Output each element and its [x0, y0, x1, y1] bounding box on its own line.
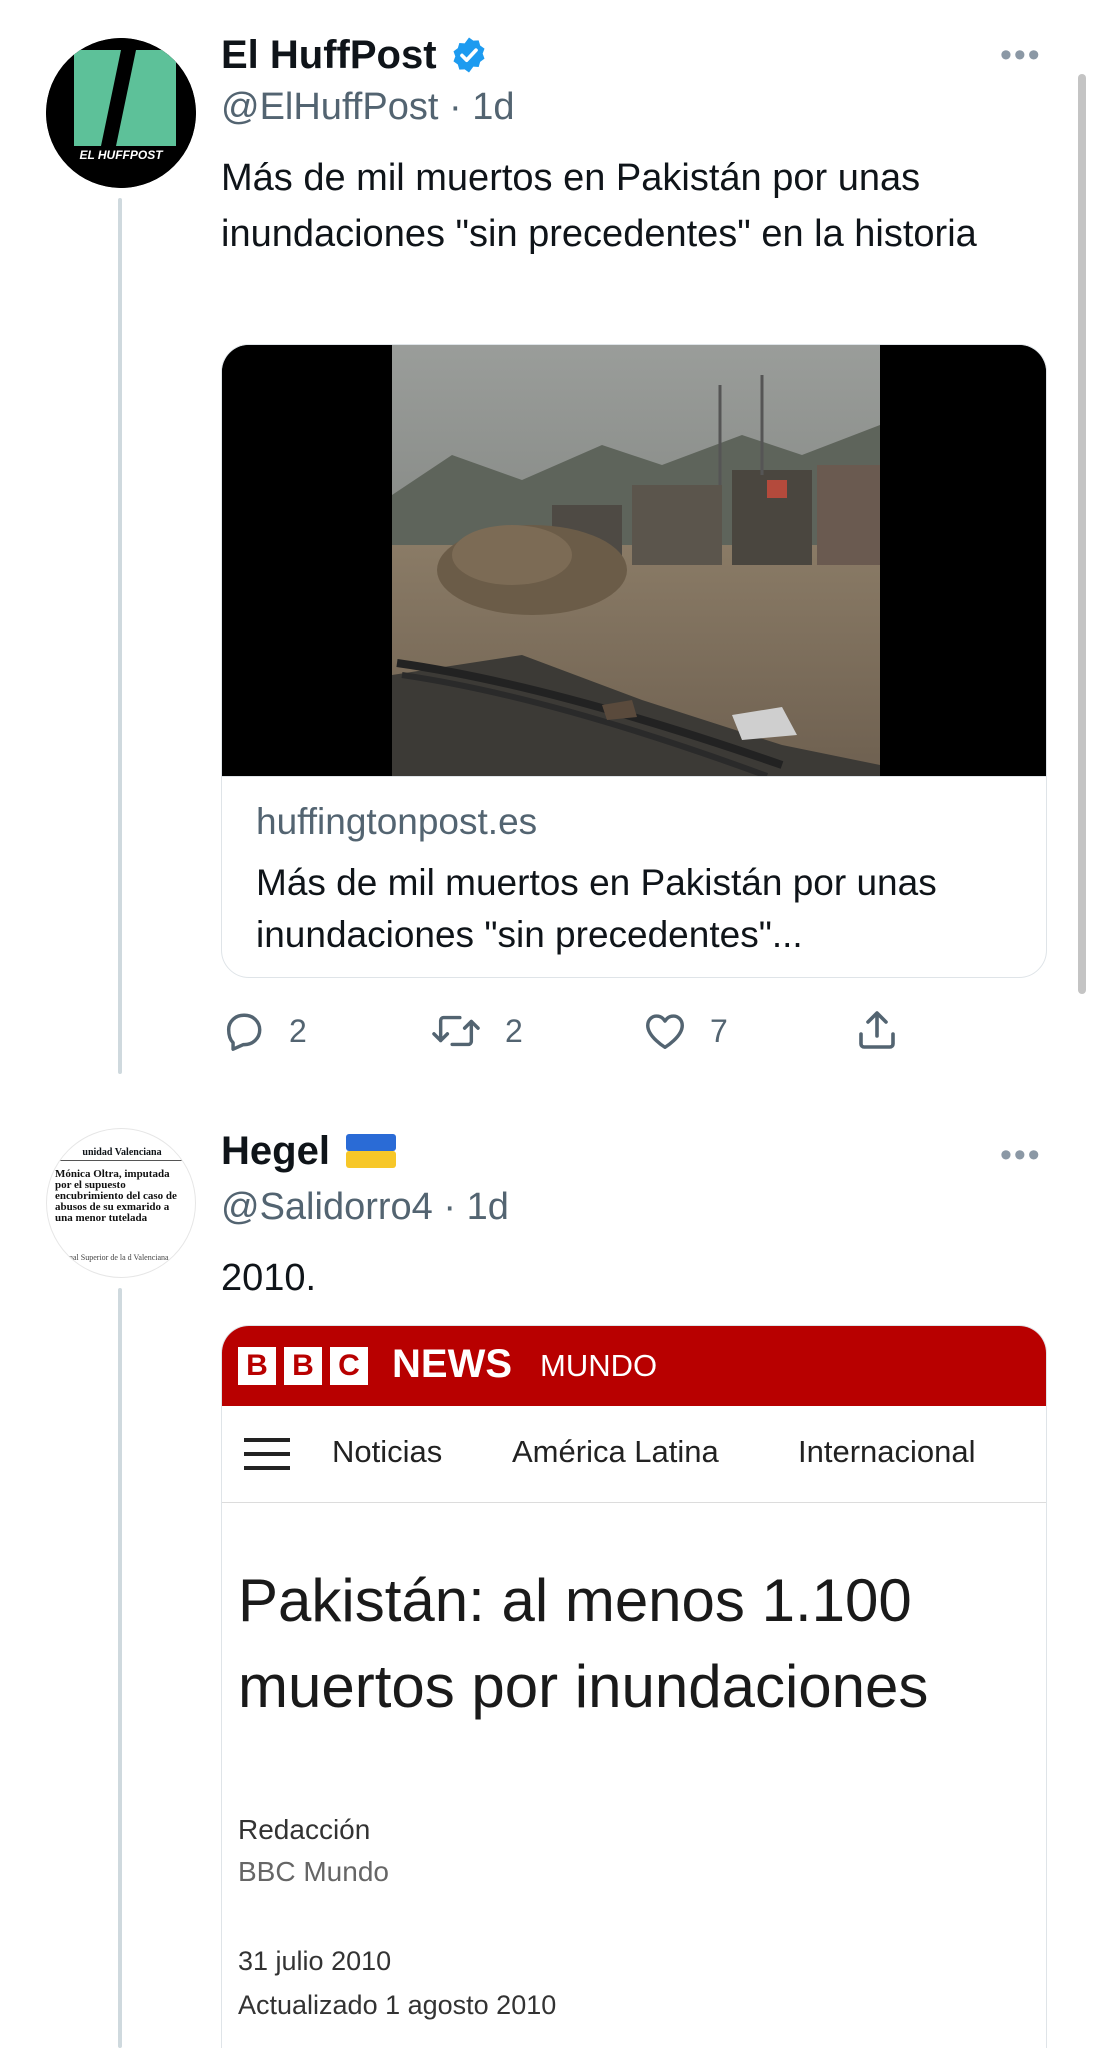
tweet-meta: @Salidorro4 · 1d: [221, 1186, 509, 1229]
attached-image[interactable]: B B C NEWS MUNDO Noticias América Latina…: [221, 1325, 1047, 2048]
tweet-text: Más de mil muertos en Pakistán por unas …: [221, 157, 977, 255]
bbc-news-label: NEWS: [392, 1342, 512, 1386]
nav-item-noticias: Noticias: [332, 1434, 443, 1469]
bbc-logo-letter: B: [238, 1347, 276, 1385]
link-card[interactable]: huffingtonpost.es Más de mil muertos en …: [221, 344, 1047, 978]
card-domain: huffingtonpost.es: [256, 801, 538, 842]
nav-item-america-latina: América Latina: [512, 1434, 719, 1469]
article-outlet: BBC Mundo: [238, 1856, 389, 1887]
more-options-icon[interactable]: •••: [1000, 1136, 1042, 1175]
share-icon: [859, 1011, 895, 1049]
article-updated: Actualizado 1 agosto 2010: [238, 1990, 557, 2020]
article-date: 31 julio 2010: [238, 1946, 392, 1976]
bbc-logo-letter: B: [284, 1347, 322, 1385]
timestamp[interactable]: 1d: [467, 1186, 509, 1228]
display-name[interactable]: El HuffPost: [221, 33, 437, 78]
huffpost-logo: [46, 38, 196, 188]
avatar-newspaper-header: unidad Valenciana: [55, 1147, 189, 1161]
reply-count: 2: [289, 1012, 307, 1049]
like-count: 7: [710, 1012, 728, 1049]
retweet-button[interactable]: 2: [429, 1008, 523, 1054]
like-button[interactable]: 7: [642, 1008, 728, 1054]
avatar[interactable]: EL HUFFPOST: [46, 38, 196, 188]
avatar[interactable]: unidad Valenciana Mónica Oltra, imputada…: [46, 1128, 196, 1278]
share-button[interactable]: [853, 1006, 901, 1054]
bbc-logo: B B C: [238, 1347, 368, 1385]
tweet-text: 2010.: [221, 1257, 317, 1299]
scrollbar[interactable]: [1078, 74, 1086, 994]
card-meta[interactable]: huffingtonpost.es Más de mil muertos en …: [222, 776, 1046, 977]
separator: ·: [438, 86, 473, 128]
avatar-newspaper-headline: Mónica Oltra, imputada por el supuesto e…: [55, 1168, 177, 1224]
retweet-icon: [432, 1015, 480, 1047]
display-name[interactable]: Hegel: [221, 1129, 330, 1174]
heart-icon: [646, 1014, 684, 1050]
tweet-header: El HuffPost: [221, 30, 489, 80]
card-video-thumbnail[interactable]: [222, 345, 1046, 779]
bbc-nav: Noticias América Latina Internacional: [222, 1406, 1046, 1503]
reply-button[interactable]: 2: [221, 1008, 307, 1054]
ukraine-flag-icon: [345, 1134, 396, 1168]
reply-icon: [226, 1013, 262, 1051]
thread-line: [118, 1288, 122, 2048]
separator: ·: [432, 1186, 467, 1228]
bbc-logo-letter: C: [330, 1347, 368, 1385]
retweet-count: 2: [505, 1012, 523, 1049]
article-author: Redacción: [238, 1814, 371, 1845]
nav-item-internacional: Internacional: [798, 1434, 976, 1469]
avatar-label: EL HUFFPOST: [79, 148, 163, 162]
more-options-icon[interactable]: •••: [1000, 36, 1042, 75]
tweet-header: Hegel: [221, 1126, 396, 1176]
bbc-mundo-label: MUNDO: [540, 1348, 658, 1383]
article-headline: Pakistán: al menos 1.100 muertos por inu…: [238, 1567, 929, 1720]
card-title: Más de mil muertos en Pakistán por unas …: [256, 862, 937, 955]
tweet-meta: @ElHuffPost · 1d: [221, 86, 514, 129]
verified-badge-icon: [453, 37, 485, 73]
user-handle[interactable]: @ElHuffPost: [221, 86, 438, 128]
avatar-newspaper-footer: bunal Superior de la d Valenciana: [61, 1253, 169, 1262]
flood-image: [222, 345, 1046, 779]
user-handle[interactable]: @Salidorro4: [221, 1186, 433, 1228]
thread-line: [118, 198, 122, 1074]
hamburger-menu-icon: [244, 1438, 290, 1470]
action-bar: 2 2 7: [221, 1002, 1047, 1062]
bbc-header: B B C NEWS MUNDO: [222, 1326, 1046, 1406]
timestamp[interactable]: 1d: [472, 86, 514, 128]
